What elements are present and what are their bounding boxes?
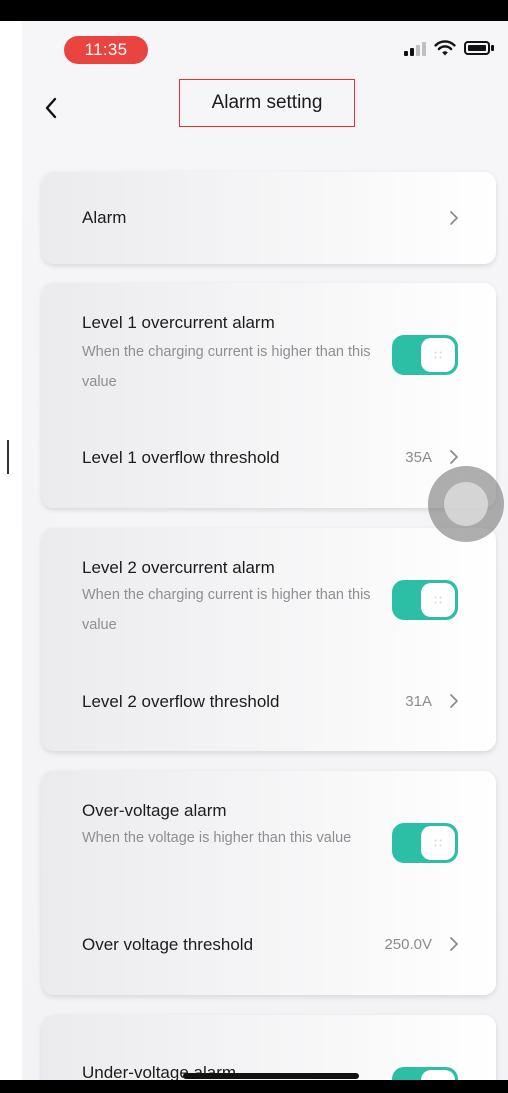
home-indicator[interactable]	[183, 1073, 359, 1079]
level2-alarm-description: When the charging current is higher than…	[82, 587, 371, 633]
battery-icon	[464, 40, 494, 56]
chevron-right-icon	[450, 211, 458, 225]
cellular-signal-icon	[404, 40, 426, 56]
status-time: 11:35	[64, 36, 148, 64]
level1-card: Level 1 overcurrent alarm When the charg…	[42, 283, 496, 508]
over-voltage-alarm-toggle[interactable]	[392, 823, 458, 863]
over-voltage-threshold-label: Over voltage threshold	[82, 935, 254, 954]
toggle-knob	[421, 826, 455, 860]
top-bezel	[0, 0, 508, 21]
assistive-touch-button[interactable]	[428, 466, 504, 542]
wifi-icon	[434, 40, 456, 56]
chevron-left-icon	[45, 97, 57, 119]
level2-alarm-toggle[interactable]	[392, 580, 458, 620]
level1-threshold-value: 35A	[405, 449, 432, 466]
assistive-touch-inner	[444, 482, 488, 526]
level1-alarm-label: Level 1 overcurrent alarm	[82, 313, 275, 332]
alarm-card[interactable]: Alarm	[42, 172, 496, 264]
edge-bracket	[6, 440, 9, 474]
grip-dots-icon	[434, 596, 442, 604]
toggle-knob	[421, 583, 455, 617]
level2-alarm-label: Level 2 overcurrent alarm	[82, 558, 275, 577]
level2-threshold-value: 31A	[405, 693, 432, 710]
back-button[interactable]	[36, 91, 66, 125]
over-voltage-alarm-description: When the voltage is higher than this val…	[82, 830, 352, 846]
alarm-label: Alarm	[82, 208, 127, 227]
grip-dots-icon	[434, 839, 442, 847]
app-screen: 11:35 Alarm setting Alarm Level 1 overcu…	[22, 21, 508, 1080]
under-voltage-alarm-toggle[interactable]	[392, 1067, 458, 1080]
chevron-right-icon	[450, 937, 458, 951]
over-voltage-threshold-value: 250.0V	[384, 936, 432, 953]
under-voltage-card: Under-voltage alarm	[42, 1015, 496, 1080]
level1-alarm-toggle[interactable]	[392, 335, 458, 375]
page-title: Alarm setting	[179, 79, 355, 127]
level1-threshold-label: Level 1 overflow threshold	[82, 448, 280, 467]
status-icons	[404, 39, 494, 57]
chevron-right-icon	[450, 694, 458, 708]
toggle-knob	[421, 1070, 455, 1080]
level2-card: Level 2 overcurrent alarm When the charg…	[42, 528, 496, 751]
level2-threshold-label: Level 2 overflow threshold	[82, 692, 280, 711]
toggle-knob	[421, 338, 455, 372]
grip-dots-icon	[434, 351, 442, 359]
over-voltage-alarm-label: Over-voltage alarm	[82, 801, 227, 820]
bottom-bezel	[0, 1080, 508, 1093]
level1-alarm-description: When the charging current is higher than…	[82, 344, 371, 390]
left-margin	[0, 21, 22, 1080]
chevron-right-icon	[450, 450, 458, 464]
over-voltage-card: Over-voltage alarm When the voltage is h…	[42, 771, 496, 995]
phone-viewport: 11:35 Alarm setting Alarm Level 1 overcu…	[0, 0, 508, 1093]
